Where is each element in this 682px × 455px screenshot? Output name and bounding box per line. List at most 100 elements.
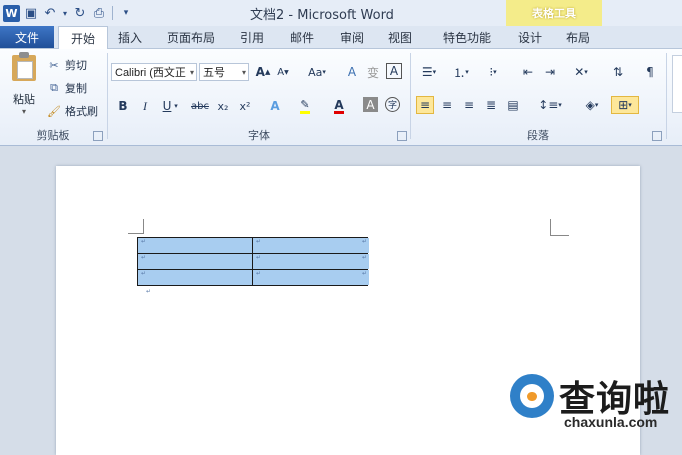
font-size-select[interactable]: 五号 ▾ bbox=[199, 63, 249, 81]
row-end-marker: ↵ bbox=[362, 238, 369, 253]
shrink-font-button[interactable]: A ▼ bbox=[274, 63, 292, 81]
sort-button[interactable]: ⇅ bbox=[609, 63, 627, 81]
numbering-button[interactable]: ⒈ ▾ bbox=[449, 63, 473, 81]
strikethrough-button[interactable]: abc bbox=[188, 97, 212, 115]
undo-dropdown-icon[interactable]: ▾ bbox=[61, 5, 69, 21]
change-case-label: Aa bbox=[308, 65, 323, 79]
multilevel-list-button[interactable]: ⁝ ▾ bbox=[481, 63, 505, 81]
align-center-button[interactable]: ≡ bbox=[438, 96, 456, 114]
show-marks-button[interactable]: ¶ bbox=[641, 63, 659, 81]
qat-separator bbox=[112, 6, 113, 20]
table-tools-context-header: 表格工具 bbox=[506, 0, 602, 26]
table-cell[interactable]: ↵ bbox=[137, 269, 253, 286]
sort-icon: ⇅ bbox=[612, 65, 624, 79]
bullets-button[interactable]: ☰ ▾ bbox=[417, 63, 441, 81]
tab-page-layout[interactable]: 页面布局 bbox=[158, 26, 224, 48]
tab-view[interactable]: 视图 bbox=[380, 26, 420, 48]
title-bar: W ▣ ↶ ▾ ↻ ⎙ ▾ 文档2 - Microsoft Word 表格工具 bbox=[0, 0, 682, 26]
paragraph-launcher-icon[interactable] bbox=[652, 131, 662, 141]
print-preview-icon[interactable]: ⎙ bbox=[91, 5, 107, 21]
shading-button[interactable]: ◈ ▾ bbox=[579, 96, 605, 114]
paste-button[interactable]: 粘贴 ▾ bbox=[7, 52, 41, 116]
tab-references[interactable]: 引用 bbox=[232, 26, 272, 48]
text-effect-button[interactable]: A bbox=[266, 97, 284, 115]
table-cell[interactable]: ↵ bbox=[252, 269, 368, 286]
cut-button[interactable]: ✂ 剪切 bbox=[47, 55, 87, 75]
table-row: ↵ ↵ bbox=[137, 253, 368, 270]
copy-icon: ⧉ bbox=[50, 81, 58, 94]
font-launcher-icon[interactable] bbox=[397, 131, 407, 141]
change-case-button[interactable]: Aa ▾ bbox=[304, 63, 330, 81]
font-name-value: Calibri (西文正 bbox=[115, 67, 186, 79]
char-shading-button[interactable]: A bbox=[363, 97, 378, 112]
grow-font-button[interactable]: A ▲ bbox=[254, 63, 272, 81]
highlight-button[interactable]: ✎ bbox=[296, 97, 314, 115]
magnifier-dot bbox=[527, 392, 537, 401]
tab-home[interactable]: 开始 bbox=[58, 26, 108, 49]
tab-file[interactable]: 文件 bbox=[0, 26, 54, 48]
clipboard-launcher-icon[interactable] bbox=[93, 131, 103, 141]
font-name-select[interactable]: Calibri (西文正 ▾ bbox=[111, 63, 197, 81]
char-border-button[interactable]: A bbox=[386, 63, 402, 79]
phonetic-guide-button[interactable]: 变 bbox=[364, 63, 382, 81]
distributed-button[interactable]: ▤ bbox=[504, 96, 522, 114]
tab-insert[interactable]: 插入 bbox=[110, 26, 150, 48]
grow-font-glyph: A bbox=[255, 65, 265, 79]
table-row: ↵ ↵ bbox=[137, 269, 368, 286]
numbering-icon: ⒈ bbox=[453, 65, 466, 80]
table-cell[interactable]: ↵ bbox=[252, 237, 368, 254]
redo-icon[interactable]: ↻ bbox=[72, 5, 88, 21]
paste-dropdown-icon[interactable]: ▾ bbox=[7, 107, 41, 116]
borders-icon: ⊞ bbox=[618, 98, 629, 112]
format-painter-label: 格式刷 bbox=[65, 105, 98, 118]
document-table[interactable]: ↵ ↵ ↵ ↵ ↵ ↵ bbox=[137, 237, 368, 286]
ribbon-tabs: 文件 开始 插入 页面布局 引用 邮件 审阅 视图 特色功能 设计 布局 bbox=[0, 26, 682, 74]
watermark-url: chaxunla.com bbox=[564, 414, 658, 430]
format-painter-button[interactable]: 🖌 格式刷 bbox=[47, 101, 98, 121]
undo-icon[interactable]: ↶ bbox=[42, 5, 58, 21]
italic-button[interactable]: I bbox=[136, 97, 154, 115]
superscript-button[interactable]: x² bbox=[236, 97, 254, 115]
font-group-label: 字体 bbox=[248, 129, 270, 142]
underline-dropdown-icon[interactable]: ▾ bbox=[172, 97, 180, 115]
scissors-icon: ✂ bbox=[49, 58, 59, 72]
subscript-button[interactable]: x₂ bbox=[214, 97, 232, 115]
tab-review[interactable]: 审阅 bbox=[332, 26, 372, 48]
enclose-char-button[interactable]: 字 bbox=[385, 97, 400, 112]
paragraph-mark-icon: ¶ bbox=[646, 65, 654, 79]
tab-table-design[interactable]: 设计 bbox=[510, 26, 550, 48]
font-color-button[interactable]: A bbox=[330, 97, 348, 115]
paintbrush-icon: 🖌 bbox=[47, 104, 61, 118]
copy-button[interactable]: ⧉ 复制 bbox=[47, 78, 87, 98]
customize-qat-icon[interactable]: ▾ bbox=[118, 5, 134, 21]
char-border-glyph: A bbox=[389, 64, 399, 78]
align-left-button[interactable]: ≡ bbox=[416, 96, 434, 114]
chinese-layout-button[interactable]: ✕ ▾ bbox=[569, 63, 593, 81]
font-size-value: 五号 bbox=[203, 67, 225, 79]
justify-button[interactable]: ≣ bbox=[482, 96, 500, 114]
table-cell[interactable]: ↵ bbox=[137, 237, 253, 254]
borders-button[interactable]: ⊞ ▾ bbox=[611, 96, 639, 114]
word-app-icon[interactable]: W bbox=[3, 4, 20, 22]
tab-mailings[interactable]: 邮件 bbox=[280, 26, 324, 48]
styles-gallery-partial[interactable] bbox=[672, 55, 682, 113]
decrease-indent-button[interactable]: ⇤ bbox=[519, 63, 537, 81]
increase-indent-button[interactable]: ⇥ bbox=[541, 63, 559, 81]
chevron-down-icon: ▾ bbox=[241, 67, 246, 77]
quick-access-toolbar: W ▣ ↶ ▾ ↻ ⎙ ▾ bbox=[3, 3, 134, 23]
bold-button[interactable]: B bbox=[114, 97, 132, 115]
decrease-indent-icon: ⇤ bbox=[522, 65, 534, 79]
table-cell[interactable]: ↵ bbox=[137, 253, 253, 270]
line-spacing-button[interactable]: ↕≡ ▾ bbox=[537, 96, 563, 114]
clear-format-glyph: A bbox=[347, 65, 357, 79]
tab-special-features[interactable]: 特色功能 bbox=[432, 26, 502, 48]
crop-mark-top-left bbox=[128, 219, 144, 234]
clear-format-button[interactable]: A bbox=[343, 63, 361, 81]
clipboard-group: 粘贴 ▾ ✂ 剪切 ⧉ 复制 🖌 格式刷 剪贴板 bbox=[0, 49, 106, 145]
shrink-font-glyph: A bbox=[277, 66, 285, 78]
table-cell[interactable]: ↵ bbox=[252, 253, 368, 270]
tab-table-layout[interactable]: 布局 bbox=[558, 26, 598, 48]
crop-mark-top-right bbox=[550, 219, 569, 236]
align-right-button[interactable]: ≡ bbox=[460, 96, 478, 114]
save-icon[interactable]: ▣ bbox=[23, 5, 39, 21]
